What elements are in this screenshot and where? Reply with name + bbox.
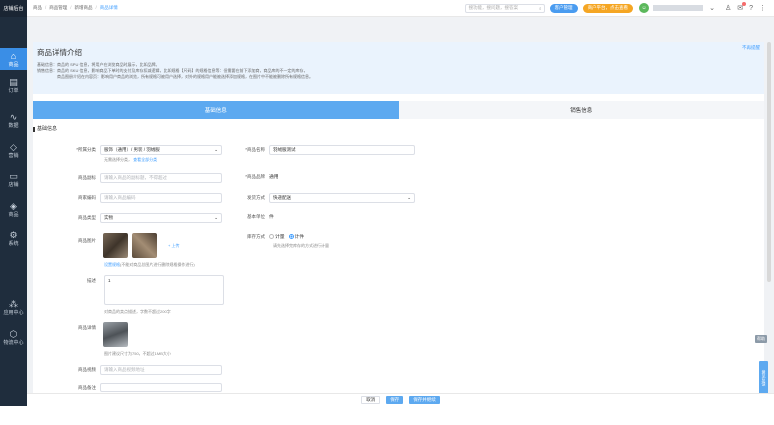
name-label: *商品名称 xyxy=(245,147,265,152)
account-name xyxy=(653,5,704,11)
apps-icon: ⁂ xyxy=(9,298,18,309)
product-image[interactable] xyxy=(132,233,157,258)
brand-value: 通用 xyxy=(269,175,279,180)
stock-option-count[interactable]: 计件 xyxy=(288,233,304,240)
unit-value: 件 xyxy=(269,215,274,220)
help-icon[interactable]: ? xyxy=(749,5,753,12)
tab-bar: 基础信息 销售信息 xyxy=(33,101,764,119)
box-icon: ⬡ xyxy=(9,328,18,339)
stock-label: 库存方式 xyxy=(247,233,265,239)
desc-textarea[interactable]: 1 xyxy=(104,275,224,305)
sidebar-item-system[interactable]: ⚙ 系统 xyxy=(0,227,27,249)
view-categories-link[interactable]: 查看全部分类 xyxy=(133,157,157,162)
avatar[interactable]: ☺ xyxy=(639,3,650,13)
breadcrumb-item[interactable]: 商品管理 xyxy=(49,5,67,11)
store-icon: ▭ xyxy=(9,170,18,181)
customer-button[interactable]: 客户管理 xyxy=(549,3,578,13)
detail-tip: 图片建议尺寸为750，不超过1MB大小 xyxy=(104,351,171,356)
chevron-down-icon[interactable]: ⌄ xyxy=(709,4,715,12)
dismiss-link[interactable]: 不再提醒 xyxy=(742,45,760,51)
unit-label: 基本单位 xyxy=(247,213,265,219)
app-logo: 店铺后台 xyxy=(0,0,27,17)
user-icon[interactable]: ♙ xyxy=(725,4,731,12)
images-tip: 设置规格(不能对商品总图片进行删除规格操作进行) xyxy=(104,262,195,267)
breadcrumb-current: 商品详情 xyxy=(99,5,118,10)
video-label: 商品视频 xyxy=(78,367,96,372)
stock-tip: 请先选择完库存的方式进行计量 xyxy=(273,243,329,248)
help-button[interactable]: 帮助 xyxy=(755,335,767,343)
desc-label: 描述 xyxy=(87,278,96,283)
tag-icon: ◈ xyxy=(10,200,17,211)
breadcrumb-item[interactable]: 新增商品 xyxy=(75,5,93,11)
detail-image[interactable] xyxy=(103,322,128,347)
stock-option-measure[interactable]: 计量 xyxy=(269,233,285,240)
product-image[interactable] xyxy=(103,233,128,258)
detail-label: 商品详情 xyxy=(78,325,96,330)
sidebar-item-store[interactable]: ▭ 店铺 xyxy=(0,168,27,190)
code-label: 商家编码 xyxy=(78,195,96,200)
share-icon: ◇ xyxy=(10,141,17,152)
feedback-button[interactable]: 意见反馈 xyxy=(759,361,768,395)
remark-input[interactable] xyxy=(100,383,222,392)
breadcrumb-item[interactable]: 商品 xyxy=(33,5,42,11)
images-label: 商品图片 xyxy=(78,238,96,243)
chart-icon: ∿ xyxy=(9,111,18,122)
order-icon: ▤ xyxy=(9,76,18,87)
intro-panel: 商品详情介绍 不再提醒 基础信息：商品的 SPU 信息，将用户在浏览商品时展示，… xyxy=(33,42,764,94)
category-label: *所属分类 xyxy=(76,147,96,152)
remark-label: 商品备注 xyxy=(78,384,96,390)
section-title: 基础信息 xyxy=(33,127,57,132)
chevron-down-icon: ⌄ xyxy=(407,195,411,200)
sidebar-item-marketing[interactable]: ◇ 营销 xyxy=(0,139,27,161)
subtitle-label: 商品副标 xyxy=(78,175,96,180)
search-input[interactable]: 搜功能，搜问题，搜答案 ⌕ xyxy=(464,3,545,13)
save-next-button[interactable]: 保存并继续 xyxy=(409,396,440,404)
merchant-button[interactable]: 商户平台，点击查看 xyxy=(582,3,634,13)
footer-bar: 取消 保存 保存并继续 xyxy=(27,393,774,406)
tab-basic-info[interactable]: 基础信息 xyxy=(33,101,399,119)
breadcrumb: 商品 / 商品管理 / 新增商品 / 商品详情 xyxy=(33,5,118,11)
message-icon[interactable]: ✉ xyxy=(737,2,747,12)
video-input[interactable]: 请输入商品视频地址 xyxy=(100,365,222,375)
intro-title: 商品详情介绍 xyxy=(37,48,82,57)
left-sidebar: 店铺后台 ⌂ 商品 ▤ 订单 ∿ 数据 ◇ 营销 ▭ 店铺 ◈ 商品 ⚙ 系统 ⁂ 应用中心 ⬡… xyxy=(0,0,27,406)
cancel-button[interactable]: 取消 xyxy=(361,396,381,404)
search-icon: ⌕ xyxy=(539,5,542,11)
sidebar-item-logistics[interactable]: ⬡ 物流中心 xyxy=(0,326,27,348)
sidebar-item-tag[interactable]: ◈ 商品 xyxy=(0,198,27,220)
top-bar: 商品 / 商品管理 / 新增商品 / 商品详情 搜功能，搜问题，搜答案 ⌕ 客户管理 商… xyxy=(27,0,774,17)
intro-text: 商品图册介绍在内容页：影响用户商品的浏览，所有规格可被用户选择，对外的规格用户能… xyxy=(57,74,313,79)
page-bottom xyxy=(0,406,774,425)
save-button[interactable]: 保存 xyxy=(386,396,404,404)
ship-label: 发货方式 xyxy=(247,195,265,200)
scrollbar[interactable] xyxy=(767,42,771,282)
name-input[interactable]: 羽绒服测试 xyxy=(269,145,415,155)
bag-icon: ⌂ xyxy=(10,50,17,61)
add-image-button[interactable]: + 上传 xyxy=(168,243,179,249)
sidebar-item-data[interactable]: ∿ 数据 xyxy=(0,109,27,131)
menu-icon[interactable]: ⋮ xyxy=(759,4,766,12)
sidebar-item-goods[interactable]: ⌂ 商品 xyxy=(0,48,27,70)
type-label: 商品类型 xyxy=(78,215,96,220)
desc-tip: 对商品的卖点描述，字数不超过200字 xyxy=(104,309,171,314)
ship-select[interactable]: 快递配送 ⌄ xyxy=(269,193,415,203)
gear-icon: ⚙ xyxy=(9,229,18,240)
sidebar-item-orders[interactable]: ▤ 订单 xyxy=(0,74,27,96)
sidebar-item-apps[interactable]: ⁂ 应用中心 xyxy=(0,296,27,318)
tab-sales-info[interactable]: 销售信息 xyxy=(398,101,764,119)
category-tip: 无需选择分类， 查看全部分类 xyxy=(104,157,158,162)
brand-label: *商品品牌 xyxy=(245,173,265,179)
